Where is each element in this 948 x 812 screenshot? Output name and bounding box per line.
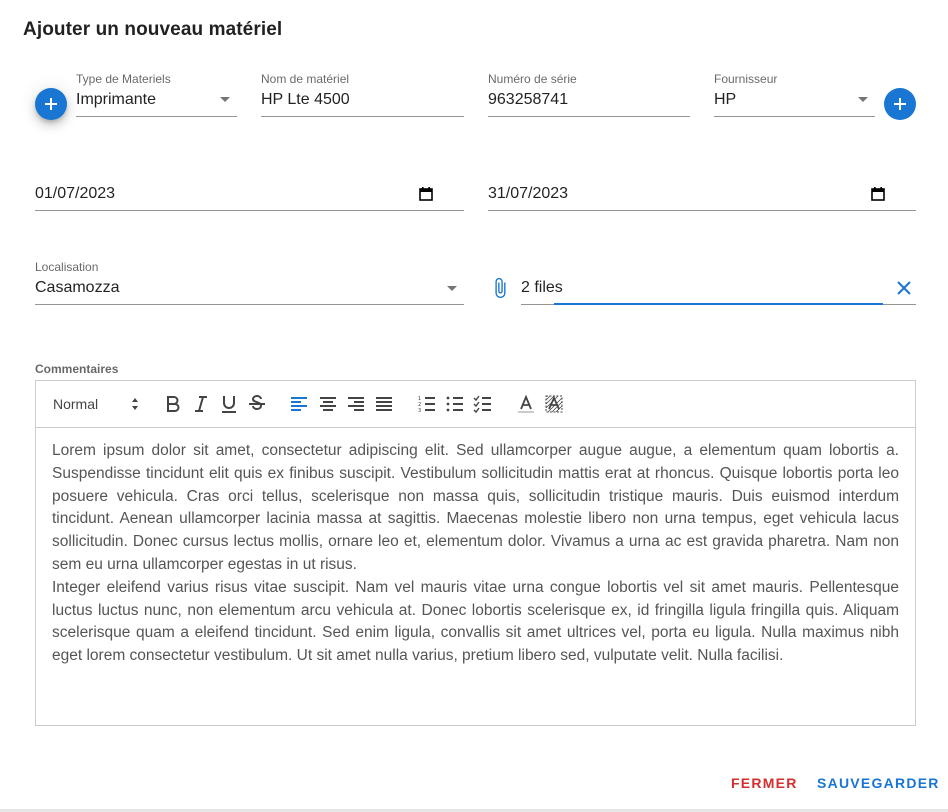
editor-toolbar: Normal 123 [36, 381, 915, 428]
add-fournisseur-button[interactable] [884, 88, 916, 120]
date-fin-field[interactable]: 31/07/2023 [488, 180, 916, 211]
underline [488, 210, 916, 211]
background-color-icon [545, 395, 563, 413]
check-list-button[interactable] [473, 394, 493, 414]
numero-serie-field[interactable]: Numéro de série 963258741 [488, 72, 690, 117]
file-input-value: 2 files [521, 279, 563, 296]
svg-text:3: 3 [418, 408, 421, 414]
align-left-button[interactable] [289, 394, 309, 414]
rich-text-editor[interactable]: Normal 123 Lorem ipsum dolor sit amet, c… [35, 380, 916, 726]
background-color-button[interactable] [544, 394, 564, 414]
calendar-icon[interactable] [870, 186, 886, 202]
dialog-title: Ajouter un nouveau matériel [23, 19, 283, 40]
add-type-button[interactable] [35, 88, 67, 120]
bullet-list-icon [446, 396, 463, 412]
localisation-select[interactable]: Localisation Casamozza [35, 260, 464, 305]
plus-icon [894, 98, 906, 110]
text-color-icon [518, 394, 534, 413]
type-materiel-select[interactable]: Type de Materiels Imprimante [76, 72, 237, 117]
underline [35, 210, 464, 211]
ordered-list-button[interactable]: 123 [417, 394, 437, 414]
align-justify-icon [376, 397, 392, 411]
underline [261, 116, 464, 117]
date-fin-value: 31/07/2023 [488, 185, 569, 202]
clear-icon[interactable] [896, 280, 912, 296]
ordered-list-icon: 123 [418, 396, 435, 414]
editor-content[interactable]: Lorem ipsum dolor sit amet, consectetur … [52, 440, 899, 668]
text-color-button[interactable] [516, 394, 536, 414]
fournisseur-select[interactable]: Fournisseur HP [714, 72, 875, 117]
date-debut-field[interactable]: 01/07/2023 [35, 180, 464, 211]
underline [76, 116, 237, 117]
bold-button[interactable] [163, 394, 183, 414]
up-down-arrows-icon [132, 398, 138, 410]
nom-materiel-value: HP Lte 4500 [261, 91, 350, 108]
nom-materiel-field[interactable]: Nom de matériel HP Lte 4500 [261, 72, 464, 117]
calendar-icon[interactable] [418, 186, 434, 202]
focus-underline [554, 303, 883, 305]
numero-serie-label: Numéro de série [488, 72, 577, 86]
paperclip-icon[interactable] [489, 277, 511, 299]
file-input[interactable]: 2 files [521, 270, 916, 305]
align-right-icon [348, 397, 364, 411]
underline [714, 116, 875, 117]
close-button[interactable]: FERMER [731, 775, 798, 791]
underline-button[interactable] [219, 394, 239, 414]
check-list-icon [473, 395, 491, 414]
strike-button[interactable] [247, 394, 267, 414]
fournisseur-label: Fournisseur [714, 72, 778, 86]
comment-paragraph: Lorem ipsum dolor sit amet, consectetur … [52, 442, 899, 573]
align-left-icon [291, 397, 307, 411]
align-center-icon [320, 397, 336, 411]
chevron-down-icon [220, 97, 230, 102]
italic-button[interactable] [191, 394, 211, 414]
localisation-label: Localisation [35, 260, 99, 274]
numero-serie-value: 963258741 [488, 91, 569, 108]
underline-icon [222, 396, 236, 413]
underline [35, 304, 464, 305]
nom-materiel-label: Nom de matériel [261, 72, 350, 86]
underline [488, 116, 690, 117]
header-select-value: Normal [53, 396, 99, 412]
italic-icon [195, 396, 207, 412]
align-center-button[interactable] [318, 394, 338, 414]
align-right-button[interactable] [346, 394, 366, 414]
bullet-list-button[interactable] [445, 394, 465, 414]
type-materiel-label: Type de Materiels [76, 72, 171, 86]
commentaires-label: Commentaires [35, 362, 119, 376]
header-select[interactable]: Normal [53, 393, 143, 415]
bold-icon [167, 396, 180, 412]
localisation-value: Casamozza [35, 279, 120, 296]
plus-icon [45, 98, 57, 110]
align-justify-button[interactable] [374, 394, 394, 414]
comment-paragraph: Integer eleifend varius risus vitae susc… [52, 578, 899, 665]
chevron-down-icon [447, 286, 457, 291]
fournisseur-value: HP [714, 91, 737, 108]
chevron-down-icon [858, 97, 868, 102]
date-debut-value: 01/07/2023 [35, 185, 116, 202]
strikethrough-icon [249, 395, 265, 410]
type-materiel-value: Imprimante [76, 91, 157, 108]
save-button[interactable]: SAUVEGARDER [817, 775, 940, 791]
